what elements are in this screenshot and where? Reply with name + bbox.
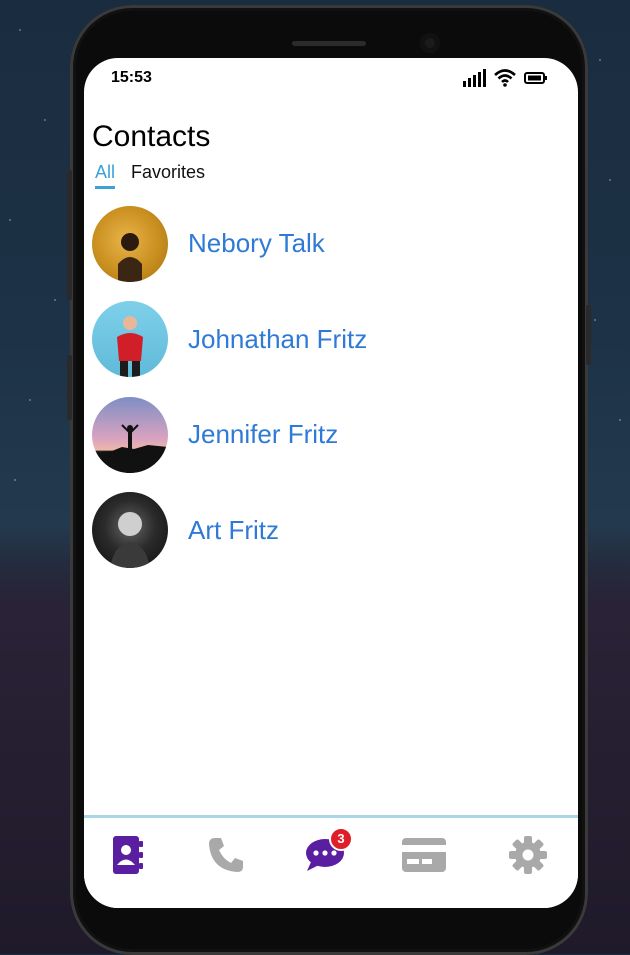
nav-contacts[interactable]	[106, 833, 150, 877]
page-title: Contacts	[92, 120, 211, 153]
person-photo	[110, 510, 150, 569]
contact-name: Jennifer Fritz	[188, 419, 339, 450]
battery-icon	[524, 72, 547, 84]
wifi-icon	[494, 69, 516, 87]
nav-payments[interactable]	[402, 833, 446, 877]
avatar	[92, 396, 168, 473]
nav-settings[interactable]	[506, 833, 550, 877]
person-photo	[118, 232, 142, 282]
status-time: 15:53	[111, 69, 152, 86]
contact-filter-tabs: All Favorites	[95, 162, 205, 189]
contact-name: Johnathan Fritz	[188, 323, 368, 354]
gear-icon	[509, 836, 547, 874]
nav-messages[interactable]: 3	[303, 827, 353, 877]
status-icons	[462, 69, 548, 87]
contact-row[interactable]: Jennifer Fritz	[92, 387, 562, 483]
person-photo	[92, 424, 168, 473]
contact-row[interactable]: Johnathan Fritz	[92, 292, 562, 388]
contact-row[interactable]: Art Fritz	[92, 483, 562, 579]
contact-row[interactable]: Nebory Talk	[92, 196, 562, 292]
tab-all[interactable]: All	[95, 162, 116, 189]
avatar	[92, 492, 168, 569]
earpiece-speaker	[292, 41, 366, 46]
avatar	[92, 205, 168, 282]
tab-favorites[interactable]: Favorites	[131, 162, 205, 189]
front-camera	[420, 33, 440, 53]
avatar	[92, 301, 168, 378]
person-photo	[117, 316, 143, 378]
bottom-navigation: 3	[84, 815, 578, 908]
power-button	[586, 305, 591, 365]
contact-name: Art Fritz	[188, 514, 279, 545]
app-screen: 15:53 Contacts All Favorites Nebory Talk…	[84, 58, 578, 908]
signal-icon	[463, 69, 486, 87]
volume-button	[67, 170, 72, 300]
status-bar: 15:53	[84, 58, 578, 96]
contact-name: Nebory Talk	[188, 228, 325, 259]
nav-phone[interactable]	[204, 833, 248, 877]
unread-badge: 3	[329, 827, 353, 851]
contacts-book-icon	[113, 836, 143, 874]
contact-list: Nebory Talk Johnathan Fritz Jennifer Fri…	[92, 196, 562, 578]
phone-icon	[209, 838, 243, 872]
card-icon	[402, 838, 446, 872]
side-button	[67, 355, 72, 420]
